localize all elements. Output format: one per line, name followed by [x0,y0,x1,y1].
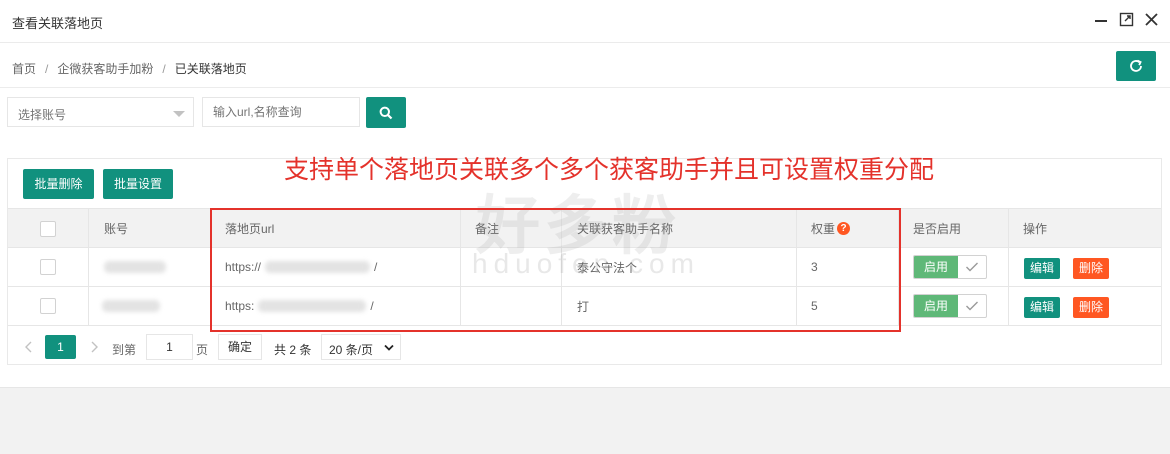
switch-on-label: 启用 [914,256,958,278]
minimize-icon[interactable] [1094,12,1110,28]
url-prefix: https:// [225,260,262,274]
batch-settings-button[interactable]: 批量设置 [103,169,173,199]
goto-page-input[interactable] [146,334,193,360]
chevron-down-icon [384,344,394,351]
url-suffix: / [370,299,374,313]
url-prefix: https: [225,299,255,313]
column-header-weight: 权重 ? [811,209,851,247]
delete-button[interactable]: 删除 [1073,258,1109,279]
table-row: https:// / 泰公守法个 3 启用 编辑 删除 [8,248,1161,287]
page-size-value: 20 条/页 [329,343,374,357]
edit-button[interactable]: 编辑 [1024,258,1060,279]
window-titlebar: 查看关联落地页 [0,0,1170,43]
column-divider [898,208,899,326]
redacted-account [104,261,166,273]
column-divider [460,208,461,326]
check-icon [966,301,978,311]
column-header-assistant: 关联获客助手名称 [577,221,674,236]
row-checkbox[interactable] [40,298,56,314]
close-icon[interactable] [1144,12,1160,28]
column-divider [796,208,797,326]
search-button[interactable] [366,97,406,128]
table-header: 账号 落地页url 备注 关联获客助手名称 权重 ? 是否启用 操作 [8,208,1161,248]
redacted-url [258,300,367,312]
page-number-current[interactable]: 1 [45,335,76,359]
page-size-select[interactable]: 20 条/页 [321,334,401,360]
annotation-text: 支持单个落地页关联多个多个获客助手并且可设置权重分配 [284,156,935,184]
total-count: 共 2 条 [274,343,312,357]
refresh-button[interactable] [1116,51,1156,81]
row-checkbox[interactable] [40,259,56,275]
help-icon[interactable]: ? [837,221,851,235]
url-suffix: / [374,260,378,274]
breadcrumb-separator: / [45,62,49,76]
breadcrumb-item-home[interactable]: 首页 [12,62,36,76]
search-input[interactable] [202,97,360,127]
weight-header-label: 权重 [811,221,836,236]
column-divider [561,208,562,326]
column-divider [210,208,211,326]
breadcrumb-bar: 首页 / 企微获客助手加粉 / 已关联落地页 [0,43,1170,88]
column-header-enabled: 是否启用 [913,221,962,236]
prev-page-icon[interactable] [17,335,41,359]
assistant-cell: 打 [577,299,590,314]
column-header-url: 落地页url [225,221,275,236]
column-header-remark: 备注 [475,221,500,236]
breadcrumb-separator: / [162,62,166,76]
switch-on-label: 启用 [914,295,958,317]
weight-cell: 5 [811,299,818,313]
url-cell: https: / [225,287,374,325]
maximize-icon[interactable] [1119,12,1135,28]
page-unit-label: 页 [196,343,209,357]
account-select[interactable]: 选择账号 [7,97,194,127]
redacted-url [265,261,371,273]
column-divider [88,208,89,326]
account-select-value: 选择账号 [18,108,67,122]
landing-page-table: 账号 落地页url 备注 关联获客助手名称 权重 ? 是否启用 操作 https… [8,208,1161,326]
table-row: https: / 打 5 启用 编辑 删除 [8,287,1161,326]
search-icon [379,106,393,120]
select-all-checkbox[interactable] [40,221,56,237]
account-cell [104,248,166,286]
pagination: 1 到第 页 确定 共 2 条 20 条/页 [8,332,608,362]
enable-switch[interactable]: 启用 [913,294,987,318]
breadcrumb-item-current: 已关联落地页 [174,62,247,76]
refresh-icon [1130,59,1142,72]
enable-switch[interactable]: 启用 [913,255,987,279]
goto-confirm-button[interactable]: 确定 [218,334,262,360]
column-header-account: 账号 [104,221,129,236]
window-title: 查看关联落地页 [12,16,104,31]
goto-label: 到第 [112,343,137,357]
caret-down-icon [173,111,185,117]
redacted-account [102,300,160,312]
column-divider [1008,208,1009,326]
edit-button[interactable]: 编辑 [1024,297,1060,318]
url-cell: https:// / [225,248,377,286]
account-cell [102,287,160,325]
breadcrumb: 首页 / 企微获客助手加粉 / 已关联落地页 [12,60,247,77]
next-page-icon[interactable] [82,335,106,359]
breadcrumb-item-assistant[interactable]: 企微获客助手加粉 [57,62,153,76]
footer-area [0,387,1170,454]
batch-delete-button[interactable]: 批量删除 [23,169,94,199]
column-header-actions: 操作 [1023,221,1048,236]
weight-cell: 3 [811,260,818,274]
delete-button[interactable]: 删除 [1073,297,1109,318]
check-icon [966,262,978,272]
assistant-cell: 泰公守法个 [577,260,638,275]
